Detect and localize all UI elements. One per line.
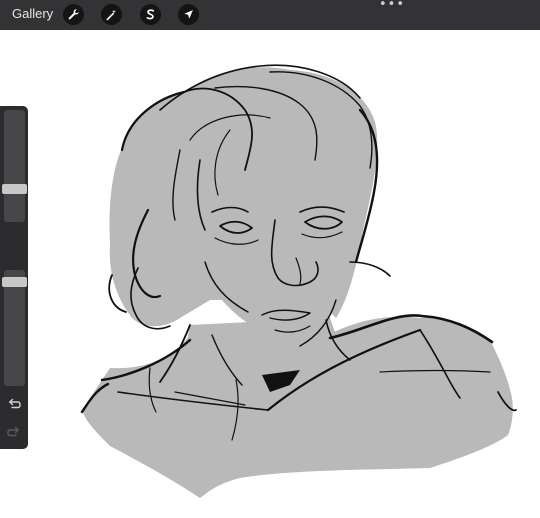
top-toolbar: Gallery ••• [0, 0, 540, 30]
left-sidebar [0, 106, 28, 449]
magic-wand-icon [106, 9, 117, 21]
more-options-button[interactable]: ••• [378, 0, 406, 14]
undo-icon [8, 398, 21, 409]
selection-s-icon [146, 9, 155, 20]
opacity-handle[interactable] [2, 277, 27, 287]
wrench-icon [68, 9, 79, 20]
drawing-canvas[interactable] [0, 30, 540, 518]
adjustments-button[interactable] [101, 4, 122, 25]
transform-button[interactable] [178, 4, 199, 25]
brush-size-slider[interactable] [2, 110, 27, 222]
arrow-cursor-icon [184, 10, 193, 19]
redo-button[interactable] [6, 424, 22, 440]
opacity-slider[interactable] [2, 270, 27, 386]
redo-icon [7, 426, 20, 437]
selection-button[interactable] [140, 4, 161, 25]
gallery-button[interactable]: Gallery [12, 6, 53, 21]
brush-size-handle[interactable] [2, 184, 27, 194]
face-fill [197, 171, 353, 338]
undo-button[interactable] [6, 396, 22, 412]
actions-button[interactable] [63, 4, 84, 25]
